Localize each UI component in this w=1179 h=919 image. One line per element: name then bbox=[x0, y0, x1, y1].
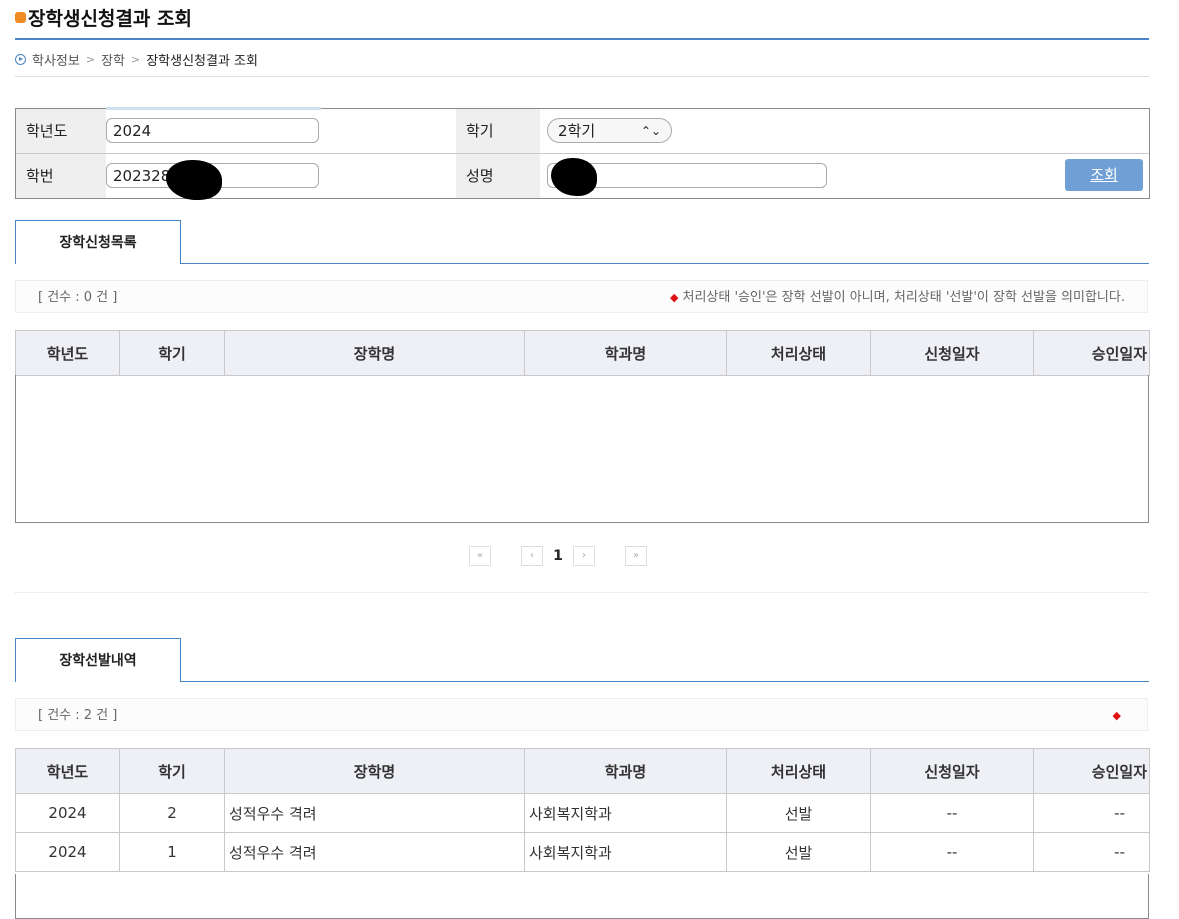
term-select[interactable]: 2학기 ⌃⌄ bbox=[547, 118, 672, 143]
selections-count: [ 건수 : 2 건 ] bbox=[38, 708, 118, 723]
tab-applications[interactable]: 장학신청목록 bbox=[15, 220, 181, 264]
cell-apply-date: -- bbox=[870, 832, 1034, 872]
column-header[interactable]: 신청일자 bbox=[870, 748, 1034, 794]
first-page-button[interactable]: « bbox=[469, 546, 491, 566]
prev-page-button[interactable]: ‹ bbox=[521, 546, 543, 566]
tab-divider bbox=[181, 681, 1149, 682]
title-bullet-icon bbox=[15, 12, 26, 23]
cell-year: 2024 bbox=[15, 793, 120, 833]
next-page-button[interactable]: › bbox=[573, 546, 595, 566]
column-header[interactable]: 학과명 bbox=[524, 330, 727, 376]
breadcrumb-item[interactable]: 장학 bbox=[101, 50, 125, 69]
student-id-label: 학번 bbox=[16, 154, 106, 198]
last-page-button[interactable]: » bbox=[625, 546, 647, 566]
pagination: « ‹ 1 › » bbox=[469, 546, 647, 566]
search-form: 학년도 2024 학기 2학기 ⌃⌄ 학번 202328 성명 조회 bbox=[15, 107, 1150, 200]
table-row[interactable]: 2024 2 성적우수 격려 사회복지학과 선발 -- -- bbox=[15, 793, 1150, 833]
breadcrumb-home-icon bbox=[15, 54, 26, 65]
column-header[interactable]: 학과명 bbox=[524, 748, 727, 794]
cell-term: 1 bbox=[119, 832, 225, 872]
year-input[interactable]: 2024 bbox=[106, 118, 319, 143]
table-header-row: 학년도 학기 장학명 학과명 처리상태 신청일자 승인일자 bbox=[15, 748, 1150, 794]
tab-selections[interactable]: 장학선발내역 bbox=[15, 638, 181, 682]
column-header[interactable]: 장학명 bbox=[224, 330, 525, 376]
chevron-updown-icon: ⌃⌄ bbox=[640, 124, 661, 138]
cell-scholarship: 성적우수 격려 bbox=[224, 832, 525, 872]
column-header[interactable]: 장학명 bbox=[224, 748, 525, 794]
cell-approve-date: -- bbox=[1033, 793, 1150, 833]
selections-note: ◆ bbox=[1113, 699, 1125, 732]
tab-divider bbox=[181, 263, 1149, 264]
column-header[interactable]: 승인일자 bbox=[1033, 748, 1150, 794]
name-label: 성명 bbox=[456, 154, 540, 198]
redaction-mark bbox=[551, 158, 597, 196]
table-header-row: 학년도 학기 장학명 학과명 처리상태 신청일자 승인일자 bbox=[15, 330, 1150, 376]
redaction-mark bbox=[166, 160, 222, 200]
column-header[interactable]: 승인일자 bbox=[1033, 330, 1150, 376]
column-header[interactable]: 학년도 bbox=[15, 330, 120, 376]
column-header[interactable]: 처리상태 bbox=[726, 748, 871, 794]
status-note: ◆ 처리상태 '승인'은 장학 선발이 아니며, 처리상태 '선발'이 장학 선발… bbox=[670, 281, 1125, 314]
breadcrumb-current: 장학생신청결과 조회 bbox=[146, 54, 258, 69]
search-row-2: 학번 202328 성명 조회 bbox=[16, 153, 1149, 200]
breadcrumb-divider bbox=[15, 76, 1149, 77]
search-button[interactable]: 조회 bbox=[1065, 159, 1143, 191]
cell-status: 선발 bbox=[726, 832, 871, 872]
cell-department: 사회복지학과 bbox=[524, 832, 727, 872]
student-id-value: 202328 bbox=[113, 167, 171, 185]
applications-infobar: [ 건수 : 0 건 ] ◆ 처리상태 '승인'은 장학 선발이 아니며, 처리상… bbox=[15, 280, 1148, 313]
column-header[interactable]: 처리상태 bbox=[726, 330, 871, 376]
applications-count: [ 건수 : 0 건 ] bbox=[38, 290, 118, 305]
selections-table: 학년도 학기 장학명 학과명 처리상태 신청일자 승인일자 2024 2 성적우… bbox=[15, 748, 1150, 872]
status-note-text: 처리상태 '승인'은 장학 선발이 아니며, 처리상태 '선발'이 장학 선발을… bbox=[682, 290, 1125, 305]
column-header[interactable]: 학년도 bbox=[15, 748, 120, 794]
title-divider bbox=[15, 38, 1149, 40]
search-row-1: 학년도 2024 학기 2학기 ⌃⌄ bbox=[16, 109, 1149, 153]
cell-department: 사회복지학과 bbox=[524, 793, 727, 833]
table-row[interactable]: 2024 1 성적우수 격려 사회복지학과 선발 -- -- bbox=[15, 832, 1150, 872]
page-title: 장학생신청결과 조회 bbox=[28, 8, 192, 30]
column-header[interactable]: 학기 bbox=[119, 748, 225, 794]
term-select-value: 2학기 bbox=[558, 122, 596, 140]
applications-table: 학년도 학기 장학명 학과명 처리상태 신청일자 승인일자 bbox=[15, 330, 1150, 376]
bullet-icon: ◆ bbox=[670, 291, 679, 304]
cell-year: 2024 bbox=[15, 832, 120, 872]
cell-approve-date: -- bbox=[1033, 832, 1150, 872]
breadcrumb-item[interactable]: 학사정보 bbox=[32, 50, 80, 69]
year-label: 학년도 bbox=[16, 109, 106, 153]
term-label: 학기 bbox=[456, 109, 540, 153]
cell-apply-date: -- bbox=[870, 793, 1034, 833]
selections-empty-area bbox=[15, 874, 1149, 919]
column-header[interactable]: 학기 bbox=[119, 330, 225, 376]
section-divider bbox=[15, 592, 1149, 593]
current-page[interactable]: 1 bbox=[543, 548, 573, 564]
breadcrumb-separator-icon: > bbox=[130, 53, 141, 66]
bullet-icon: ◆ bbox=[1112, 709, 1121, 722]
cell-term: 2 bbox=[119, 793, 225, 833]
breadcrumb-separator-icon: > bbox=[85, 53, 96, 66]
applications-empty-body bbox=[15, 375, 1149, 523]
cell-status: 선발 bbox=[726, 793, 871, 833]
breadcrumb: 학사정보 > 장학 > 장학생신청결과 조회 bbox=[15, 50, 258, 69]
column-header[interactable]: 신청일자 bbox=[870, 330, 1034, 376]
selections-infobar: [ 건수 : 2 건 ] ◆ bbox=[15, 698, 1148, 731]
cell-scholarship: 성적우수 격려 bbox=[224, 793, 525, 833]
